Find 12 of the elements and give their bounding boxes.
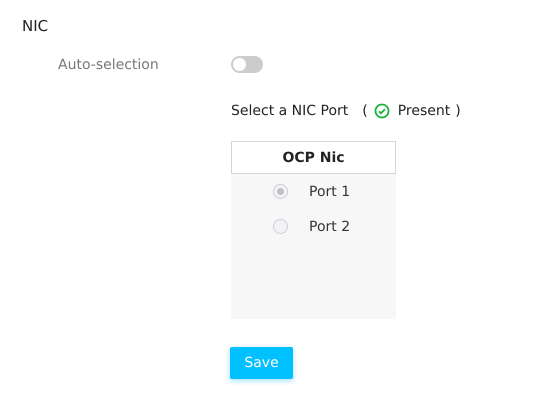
section-title: NIC — [22, 16, 50, 37]
port-select-label: Select a NIC Port — [231, 103, 348, 119]
port-label: Port 1 — [309, 184, 350, 200]
toggle-switch[interactable] — [231, 56, 263, 73]
check-circle-icon — [374, 103, 390, 119]
auto-selection-label: Auto-selection — [58, 56, 160, 72]
port-label: Port 2 — [309, 218, 350, 234]
save-button[interactable]: Save — [230, 347, 293, 379]
open-paren: ( — [362, 103, 368, 119]
table-header: OCP Nic — [231, 141, 396, 174]
close-paren: ) — [455, 103, 461, 119]
status-text: Present — [398, 103, 450, 119]
